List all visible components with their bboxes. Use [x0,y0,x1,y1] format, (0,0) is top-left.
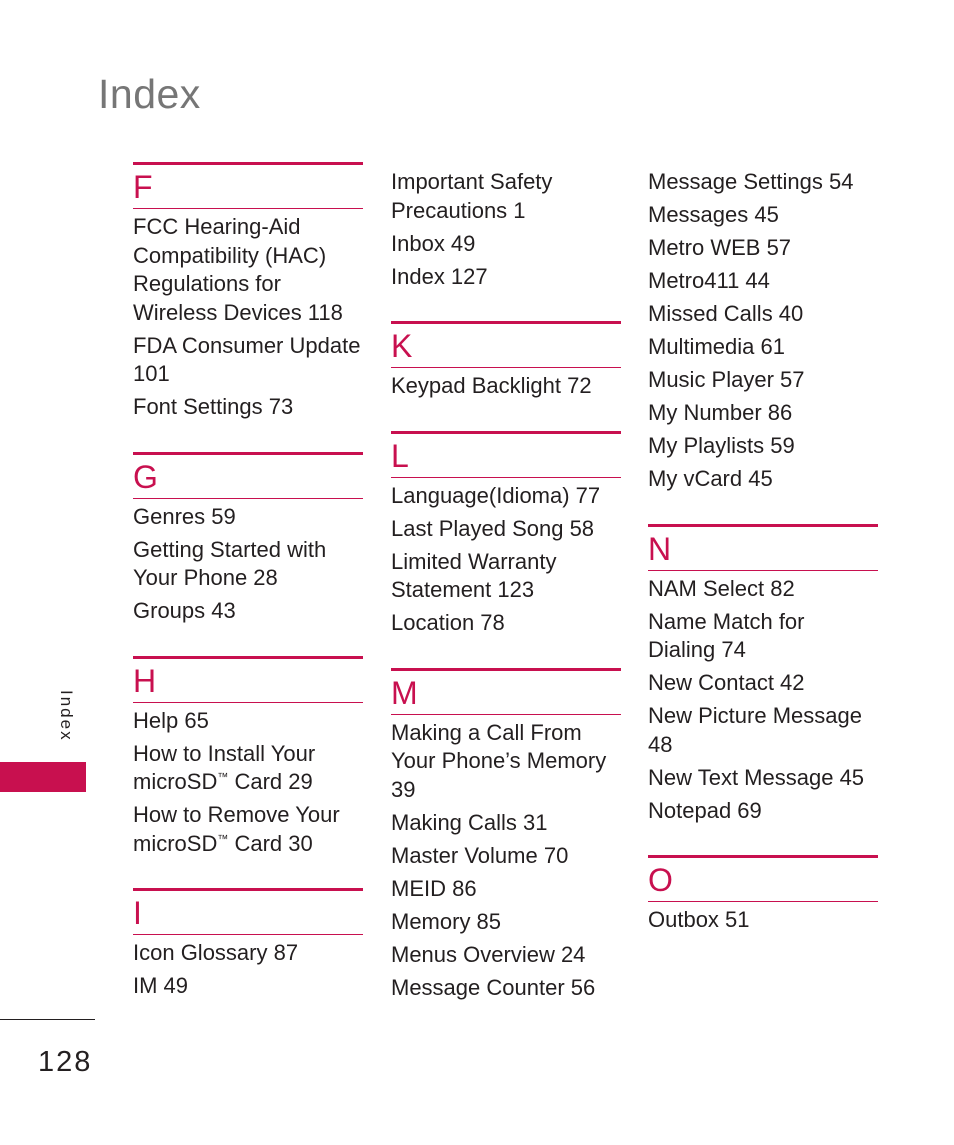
index-entry: New Picture Message 48 [648,703,862,757]
section-letter: O [648,862,673,898]
index-entry: How to Remove Your microSD™ Card 30 [133,802,340,856]
index-entry: Message Counter 56 [391,974,596,1000]
section-letter: L [391,437,409,474]
index-section-i: I Icon Glossary 87 IM 49 [133,888,363,1001]
section-letter: M [391,674,418,711]
index-entry: Important Safety Precautions 1 [391,169,553,223]
index-entry: Missed Calls 40 [648,301,804,326]
index-section-m-continued: Message Settings 54 Messages 45 Metro WE… [648,168,878,494]
index-entry: Message Settings 54 [648,169,854,194]
trademark-symbol: ™ [217,771,229,784]
index-entry: Messages 45 [648,202,779,227]
index-entry: Outbox 51 [648,907,750,932]
index-entry: Memory 85 [391,908,502,934]
index-section-l: L Language(Idioma) 77 Last Played Song 5… [391,430,621,638]
index-entry: How to Install Your microSD™ Card 29 [133,740,316,795]
index-section-h: H Help 65 How to Install Your microSD™ C… [133,655,363,859]
section-header: O [648,855,878,902]
index-section-i-continued: Important Safety Precautions 1 Inbox 49 … [391,168,621,291]
index-section-m: M Making a Call From Your Phone’s Memory… [391,667,621,1003]
index-entry: Index 127 [391,263,488,289]
index-entry: New Text Message 45 [648,764,865,790]
index-entry: Multimedia 61 [648,334,785,359]
index-entry: IM 49 [133,973,189,998]
index-entry: FCC Hearing-Aid Compatibility (HAC) Regu… [133,214,343,325]
side-section-label: Index [57,690,76,742]
index-entry: Keypad Backlight 72 [391,373,592,398]
section-header: H [133,655,363,703]
index-entry: Metro WEB 57 [648,235,792,260]
section-header: L [391,430,621,478]
section-letter: H [133,662,157,699]
index-section-k: K Keypad Backlight 72 [391,321,621,401]
index-section-o: O Outbox 51 [648,855,878,935]
index-column-2: Important Safety Precautions 1 Inbox 49 … [391,168,621,1032]
section-letter: N [648,530,672,567]
section-header: K [391,321,621,368]
index-entry: Music Player 57 [648,367,805,392]
section-tab-marker [0,762,86,792]
page-title: Index [98,71,201,117]
section-header: I [133,888,363,935]
index-entry: MEID 86 [391,875,477,901]
section-header: G [133,451,363,499]
index-entry: My Playlists 59 [648,433,795,458]
index-entry: NAM Select 82 [648,575,795,601]
section-header: N [648,523,878,571]
index-column-3: Message Settings 54 Messages 45 Metro WE… [648,168,878,965]
index-entry: Getting Started with Your Phone 28 [133,536,327,591]
index-entry: Limited Warranty Statement 123 [391,548,557,603]
index-section-g: G Genres 59 Getting Started with Your Ph… [133,451,363,626]
index-entry: Help 65 [133,707,209,733]
index-entry: Notepad 69 [648,797,762,823]
index-entry: Master Volume 70 [391,842,569,868]
section-letter: G [133,458,158,495]
section-header: M [391,667,621,715]
index-entry: Making a Call From Your Phone’s Memory 3… [391,719,607,802]
index-entry: Metro411 44 [648,268,770,293]
index-entry: Location 78 [391,610,505,635]
index-entry: New Contact 42 [648,670,805,695]
index-entry: Genres 59 [133,503,236,529]
index-entry: My vCard 45 [648,466,773,491]
section-letter: K [391,328,413,364]
index-entry: Groups 43 [133,598,236,623]
index-section-n: N NAM Select 82 Name Match for Dialing 7… [648,523,878,826]
index-column-1: F FCC Hearing-Aid Compatibility (HAC) Re… [133,162,363,1031]
index-entry: Icon Glossary 87 [133,940,299,965]
index-entry: Inbox 49 [391,230,476,256]
index-entry: FDA Consumer Update 101 [133,332,361,387]
index-entry: Making Calls 31 [391,809,548,835]
index-entry: Font Settings 73 [133,394,294,419]
section-header: F [133,162,363,209]
index-entry: My Number 86 [648,400,793,425]
index-entry: Menus Overview 24 [391,941,586,967]
index-section-f: F FCC Hearing-Aid Compatibility (HAC) Re… [133,162,363,422]
trademark-symbol: ™ [217,833,229,846]
index-entry: Name Match for Dialing 74 [648,608,805,663]
page-number: 128 [38,1046,93,1078]
index-entry: Language(Idioma) 77 [391,482,601,508]
footer-divider [0,1019,95,1020]
section-letter: F [133,169,153,205]
index-entry: Last Played Song 58 [391,515,595,541]
section-letter: I [133,895,142,931]
